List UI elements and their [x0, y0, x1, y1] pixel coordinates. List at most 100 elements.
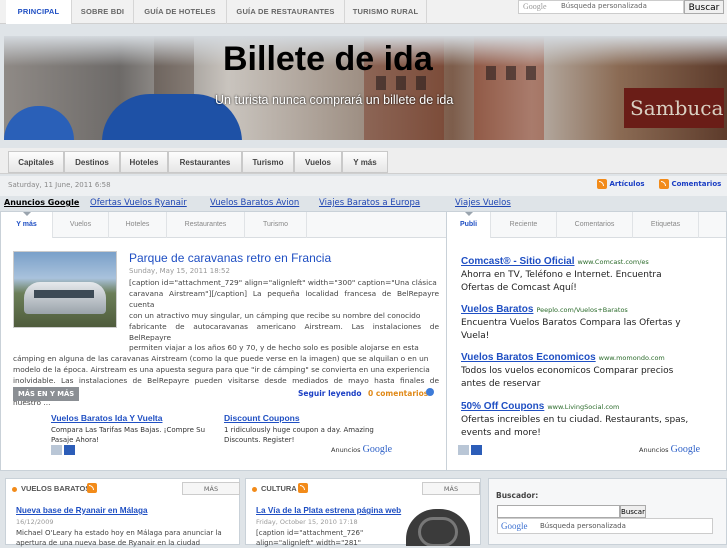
ad-pager: [51, 445, 77, 458]
top-tab-sobre-bdi[interactable]: SOBRE BDI: [72, 0, 134, 24]
ad-title[interactable]: Vuelos Baratos Economicos: [461, 352, 596, 363]
top-nav: PRINCIPAL SOBRE BDI GUÍA DE HOTELES GUÍA…: [0, 0, 727, 24]
top-tab-principal[interactable]: PRINCIPAL: [6, 0, 72, 24]
main-tabs: Y más Vuelos Hoteles Restaurantes Turism…: [1, 212, 446, 238]
buscador-button[interactable]: Buscar: [620, 505, 646, 518]
ad-url[interactable]: www.momondo.com: [599, 354, 665, 362]
widget-cultura: CULTURA MÁS La Vía de la Plata estrena p…: [245, 478, 481, 547]
widget-more-button[interactable]: MÁS: [422, 482, 480, 495]
top-search-input[interactable]: Google Búsqueda personalizada: [518, 0, 684, 14]
ad-title[interactable]: Discount Coupons: [224, 413, 389, 423]
scroll-indicator-icon[interactable]: [426, 388, 434, 396]
ad-desc: Compara Las Tarifas Mas Bajas. ¡Compre S…: [51, 426, 206, 444]
read-more-link[interactable]: Seguir leyendo: [298, 389, 362, 398]
prev-arrow-icon[interactable]: [458, 445, 469, 455]
tab-restaurantes[interactable]: Restaurantes: [167, 212, 245, 238]
buscador-google-box[interactable]: Google Búsqueda personalizada: [497, 518, 713, 534]
inline-ad[interactable]: Vuelos Baratos Ida Y Vuelta Compara Las …: [51, 413, 216, 445]
post-line: modelo de la época. Airstream es una apu…: [13, 365, 430, 375]
nav-destinos[interactable]: Destinos: [64, 151, 120, 173]
rss-icon: [597, 179, 607, 189]
ad-title[interactable]: 50% Off Coupons: [461, 401, 544, 412]
site-title[interactable]: Billete de ida: [223, 40, 433, 79]
tab-vuelos[interactable]: Vuelos: [53, 212, 109, 238]
rss-icon[interactable]: [87, 483, 97, 493]
ad-desc: Ofertas increibles en tu ciudad. Restaur…: [461, 415, 689, 438]
widget-post-title[interactable]: La Vía de la Plata estrena página web: [256, 506, 401, 515]
tab-y-mas[interactable]: Y más: [1, 212, 53, 238]
google-logo: Google: [523, 2, 547, 11]
comments-link[interactable]: 0 comentarios: [368, 389, 428, 398]
prev-arrow-icon[interactable]: [51, 445, 62, 455]
google-ad-links: Anuncios Google Ofertas Vuelos Ryanair V…: [0, 196, 727, 210]
nav-capitales[interactable]: Capitales: [8, 151, 64, 173]
sidebar-tabs: Publi Reciente Comentarios Etiquetas: [447, 212, 726, 238]
tab-hoteles[interactable]: Hoteles: [109, 212, 167, 238]
site-tagline: Un turista nunca comprará un billete de …: [215, 93, 454, 107]
nav-restaurantes[interactable]: Restaurantes: [168, 151, 242, 173]
ad-title[interactable]: Vuelos Baratos Ida Y Vuelta: [51, 413, 216, 423]
tab-etiquetas[interactable]: Etiquetas: [633, 212, 699, 238]
ad-link[interactable]: Vuelos Baratos Avion: [210, 198, 299, 208]
ads-by-google[interactable]: Anuncios Google: [639, 444, 700, 455]
ad-desc: Ahorra en TV, Teléfono e Internet. Encue…: [461, 270, 662, 293]
sambuca-sign: Sambuca: [624, 88, 724, 128]
ad-desc: 1 ridiculously huge coupon a day. Amazin…: [224, 426, 374, 444]
map-thumbnail[interactable]: [406, 509, 470, 546]
nav-hoteles[interactable]: Hoteles: [120, 151, 168, 173]
ad-url[interactable]: www.Comcast.com/es: [578, 258, 649, 266]
tab-comentarios[interactable]: Comentarios: [557, 212, 633, 238]
umbrella-shape: [4, 106, 74, 140]
top-tab-guia-hoteles[interactable]: GUÍA DE HOTELES: [134, 0, 227, 24]
map-shape: [418, 517, 458, 546]
nav-y-mas[interactable]: Y más: [342, 151, 388, 173]
sidebar-ad[interactable]: 50% Off Coupons www.LivingSocial.com Ofer…: [461, 401, 711, 439]
inline-ad[interactable]: Discount Coupons 1 ridiculously huge cou…: [224, 413, 389, 445]
feed-comments-label: Comentarios: [671, 180, 722, 188]
feed-articles-label: Artículos: [609, 180, 645, 188]
top-search-button[interactable]: Buscar: [684, 0, 724, 14]
rss-icon[interactable]: [298, 483, 308, 493]
tab-turismo[interactable]: Turismo: [245, 212, 307, 238]
nav-turismo[interactable]: Turismo: [242, 151, 294, 173]
widget-post-text: Michael O'Leary ha estado hoy en Málaga …: [16, 529, 222, 547]
ad-desc: Encuentra Vuelos Baratos Compara las Ofe…: [461, 318, 681, 341]
rss-icon: [659, 179, 669, 189]
widget-post-title[interactable]: Nueva base de Ryanair en Málaga: [16, 506, 148, 515]
post-line: con un atractivo muy singular, un cámpin…: [129, 310, 421, 320]
post-title[interactable]: Parque de caravanas retro en Francia: [129, 251, 331, 265]
google-logo: Google: [501, 521, 528, 531]
top-tab-turismo-rural[interactable]: TURISMO RURAL: [345, 0, 427, 24]
ad-desc: Todos los vuelos economicos Comparar pre…: [461, 366, 674, 389]
sidebar: Publi Reciente Comentarios Etiquetas Com…: [447, 211, 727, 471]
search-placeholder: Búsqueda personalizada: [561, 2, 647, 10]
ad-url[interactable]: www.LivingSocial.com: [547, 403, 619, 411]
feed-articles-link[interactable]: Artículos: [597, 179, 645, 189]
sidebar-ad[interactable]: Vuelos Baratos Economicos www.momondo.com…: [461, 352, 711, 390]
sidebar-ad[interactable]: Comcast® - Sitio Oficial www.Comcast.com/…: [461, 256, 711, 294]
nav-vuelos[interactable]: Vuelos: [294, 151, 342, 173]
tab-reciente[interactable]: Reciente: [491, 212, 557, 238]
buscador-input[interactable]: [497, 505, 620, 518]
ad-link[interactable]: Viajes Vuelos: [455, 198, 511, 208]
ad-title[interactable]: Vuelos Baratos: [461, 304, 533, 315]
window-shape: [526, 66, 536, 80]
ad-link[interactable]: Viajes Baratos a Europa: [319, 198, 420, 208]
top-tab-guia-restaurantes[interactable]: GUÍA DE RESTAURANTES: [227, 0, 345, 24]
feed-comments-link[interactable]: Comentarios: [659, 179, 721, 189]
post-line: caravana Airstream"][/caption] La pequeñ…: [129, 288, 439, 309]
ad-title[interactable]: Comcast® - Sitio Oficial: [461, 256, 575, 267]
tab-publi[interactable]: Publi: [447, 212, 491, 238]
widget-more-button[interactable]: MÁS: [182, 482, 240, 495]
widget-post-date: Friday, October 15, 2010 17:18: [256, 518, 358, 526]
ad-links-label[interactable]: Anuncios Google: [4, 198, 79, 207]
post-date: Sunday, May 15, 2011 18:52: [129, 267, 230, 275]
next-arrow-icon[interactable]: [471, 445, 482, 455]
current-date: Saturday, 11 June, 2011 6:58: [8, 181, 111, 189]
next-arrow-icon[interactable]: [64, 445, 75, 455]
ad-link[interactable]: Ofertas Vuelos Ryanair: [90, 198, 187, 208]
sidebar-ad[interactable]: Vuelos Baratos Peeplo.com/Vuelos+Baratos …: [461, 304, 711, 342]
ad-url[interactable]: Peeplo.com/Vuelos+Baratos: [536, 306, 627, 314]
more-in-category-button[interactable]: MÁS EN Y MÁS: [13, 387, 80, 401]
ads-by-google[interactable]: Anuncios Google: [331, 444, 392, 455]
